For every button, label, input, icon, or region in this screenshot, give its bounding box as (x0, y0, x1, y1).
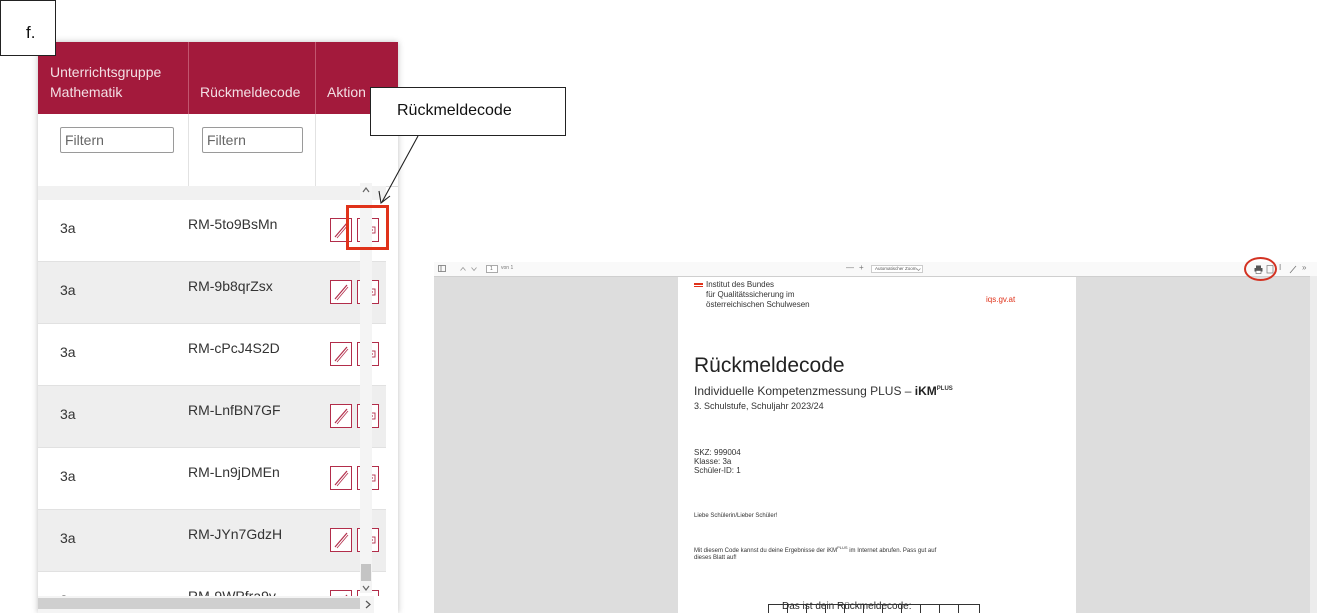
callout-box: Rückmeldecode (370, 87, 566, 136)
callout-label: Rückmeldecode (397, 102, 512, 119)
callout-arrow (378, 135, 419, 205)
